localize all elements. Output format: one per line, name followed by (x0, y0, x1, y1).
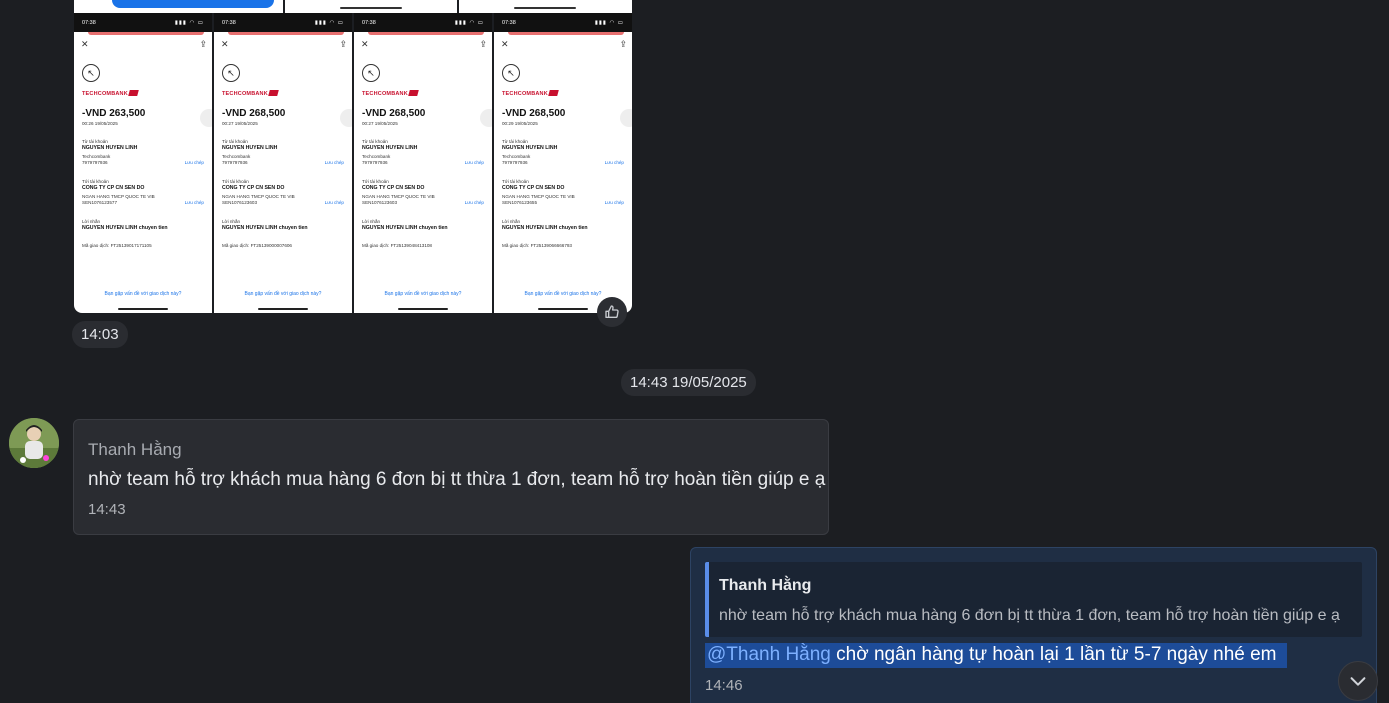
signal-icon: ▮▮▮ ◠ ▭ (174, 19, 204, 26)
chevron-down-icon (1350, 677, 1366, 686)
message-text: nhờ team hỗ trợ khách mua hàng 6 đơn bị … (88, 469, 826, 490)
reply-text: @Thanh Hằng chờ ngân hàng tự hoàn lại 1 … (705, 643, 1287, 668)
outgoing-message[interactable]: Thanh Hằng nhờ team hỗ trợ khách mua hàn… (690, 547, 1377, 703)
share-icon: ⇪ (199, 39, 207, 49)
share-icon: ⇪ (339, 39, 347, 49)
image-message-time: 14:03 (72, 321, 128, 348)
image-grid[interactable]: 07:38 ▮▮▮ ◠ ▭ ✕ ⇪ ↖ TECHCOMBANK -VND 263,500 00… (74, 13, 632, 313)
like-button[interactable] (597, 297, 627, 327)
amount: -VND 268,500 (502, 108, 566, 119)
incoming-message[interactable]: Thanh Hằng nhờ team hỗ trợ khách mua hàn… (73, 419, 829, 535)
bank-logo: TECHCOMBANK (362, 90, 419, 97)
receipt-image[interactable]: 07:38 ▮▮▮ ◠ ▭ ✕ ⇪ ↖ TECHCOMBANK -VND 268,500 00… (214, 13, 352, 313)
reply-body: chờ ngân hàng tự hoàn lại 1 lần từ 5-7 n… (830, 644, 1277, 665)
message-time: 14:46 (705, 677, 743, 694)
receipt-image[interactable]: 07:38 ▮▮▮ ◠ ▭ ✕ ⇪ ↖ TECHCOMBANK -VND 263,500 00… (74, 13, 212, 313)
outgoing-arrow-icon: ↖ (82, 64, 100, 82)
avatar-image (9, 418, 59, 468)
phone-status-bar: 07:38 ▮▮▮ ◠ ▭ (74, 13, 212, 32)
outgoing-arrow-icon: ↖ (362, 64, 380, 82)
message-time: 14:43 (88, 501, 126, 518)
amount: -VND 268,500 (222, 108, 286, 119)
close-icon: ✕ (361, 39, 369, 49)
signal-icon: ▮▮▮ ◠ ▭ (594, 19, 624, 26)
previous-image-strip[interactable] (74, 0, 632, 13)
close-icon: ✕ (501, 39, 509, 49)
quote-text: nhờ team hỗ trợ khách mua hàng 6 đơn bị … (719, 607, 1340, 624)
scroll-to-bottom-button[interactable] (1338, 661, 1378, 701)
bank-logo: TECHCOMBANK (222, 90, 279, 97)
date-separator: 14:43 19/05/2025 (621, 369, 756, 396)
share-icon: ⇪ (479, 39, 487, 49)
receipt-image[interactable]: 07:38 ▮▮▮ ◠ ▭ ✕ ⇪ ↖ TECHCOMBANK -VND 268,500 00… (494, 13, 632, 313)
share-icon: ⇪ (619, 39, 627, 49)
quote-sender: Thanh Hằng (719, 577, 812, 594)
quoted-message[interactable]: Thanh Hằng nhờ team hỗ trợ khách mua hàn… (705, 562, 1362, 637)
amount: -VND 268,500 (362, 108, 426, 119)
phone-status-bar: 07:38 ▮▮▮ ◠ ▭ (494, 13, 632, 32)
bank-logo: TECHCOMBANK (502, 90, 559, 97)
outgoing-arrow-icon: ↖ (502, 64, 520, 82)
chat-view: 07:38 ▮▮▮ ◠ ▭ ✕ ⇪ ↖ TECHCOMBANK -VND 263,500 00… (0, 0, 1389, 703)
image-button-fragment (112, 0, 274, 8)
phone-status-bar: 07:38 ▮▮▮ ◠ ▭ (354, 13, 492, 32)
signal-icon: ▮▮▮ ◠ ▭ (454, 19, 484, 26)
bank-logo: TECHCOMBANK (82, 90, 139, 97)
signal-icon: ▮▮▮ ◠ ▭ (314, 19, 344, 26)
close-icon: ✕ (221, 39, 229, 49)
thumbs-up-icon (605, 305, 619, 318)
sender-name[interactable]: Thanh Hằng (88, 440, 182, 460)
avatar[interactable] (9, 418, 59, 468)
amount: -VND 263,500 (82, 108, 146, 119)
close-icon: ✕ (81, 39, 89, 49)
receipt-image[interactable]: 07:38 ▮▮▮ ◠ ▭ ✕ ⇪ ↖ TECHCOMBANK -VND 268,500 00… (354, 13, 492, 313)
outgoing-arrow-icon: ↖ (222, 64, 240, 82)
mention-link[interactable]: @Thanh Hằng (707, 644, 831, 665)
phone-status-bar: 07:38 ▮▮▮ ◠ ▭ (214, 13, 352, 32)
